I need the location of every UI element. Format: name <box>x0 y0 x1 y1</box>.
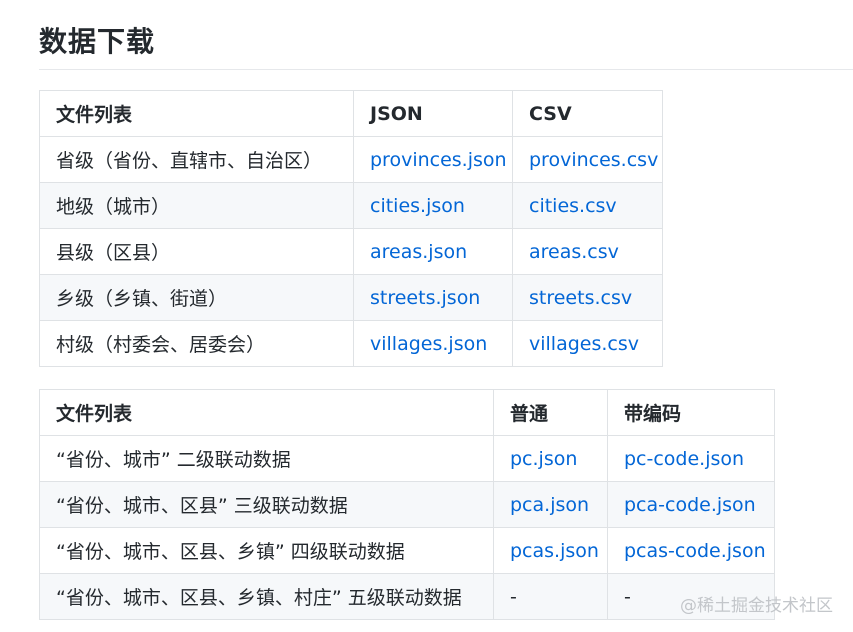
file-list-label: 省级（省份、直辖市、自治区） <box>39 136 354 183</box>
file-list-label: 村级（村委会、居委会） <box>39 320 354 367</box>
cities-csv-link[interactable]: cities.csv <box>529 195 617 217</box>
column-header-file-list: 文件列表 <box>39 389 494 436</box>
villages-json-link[interactable]: villages.json <box>370 333 487 355</box>
file-list-label: “省份、城市、区县、乡镇、村庄” 五级联动数据 <box>39 573 494 620</box>
file-list-label: 县级（区县） <box>39 228 354 275</box>
page-title: 数据下载 <box>39 25 156 58</box>
pc-code-json-link[interactable]: pc-code.json <box>624 448 744 470</box>
file-list-label: 地级（城市） <box>39 182 354 229</box>
streets-csv-link[interactable]: streets.csv <box>529 287 632 309</box>
villages-csv-link[interactable]: villages.csv <box>529 333 639 355</box>
pca-json-link[interactable]: pca.json <box>510 494 589 516</box>
streets-json-link[interactable]: streets.json <box>370 287 480 309</box>
areas-csv-link[interactable]: areas.csv <box>529 241 619 263</box>
table-row: 乡级（乡镇、街道） streets.json streets.csv <box>39 274 663 321</box>
areas-json-link[interactable]: areas.json <box>370 241 467 263</box>
provinces-csv-link[interactable]: provinces.csv <box>529 149 658 171</box>
file-list-label: “省份、城市、区县” 三级联动数据 <box>39 481 494 528</box>
column-header-with-code: 带编码 <box>607 389 775 436</box>
table-header-row: 文件列表 JSON CSV <box>39 90 663 137</box>
table-row: “省份、城市、区县、乡镇、村庄” 五级联动数据 - - <box>39 573 775 620</box>
column-header-json: JSON <box>353 90 513 137</box>
provinces-json-link[interactable]: provinces.json <box>370 149 507 171</box>
table-row: “省份、城市、区县” 三级联动数据 pca.json pca-code.json <box>39 481 775 528</box>
heading-divider <box>39 69 853 70</box>
table-row: 省级（省份、直辖市、自治区） provinces.json provinces.… <box>39 136 663 183</box>
pcas-code-json-link[interactable]: pcas-code.json <box>624 540 766 562</box>
linkage-data-table: 文件列表 普通 带编码 “省份、城市” 二级联动数据 pc.json pc-co… <box>39 389 775 620</box>
file-list-label: “省份、城市、区县、乡镇” 四级联动数据 <box>39 527 494 574</box>
file-list-label: “省份、城市” 二级联动数据 <box>39 435 494 482</box>
pca-code-json-link[interactable]: pca-code.json <box>624 494 756 516</box>
table-row: 地级（城市） cities.json cities.csv <box>39 182 663 229</box>
table-row: 村级（村委会、居委会） villages.json villages.csv <box>39 320 663 367</box>
cities-json-link[interactable]: cities.json <box>370 195 465 217</box>
column-header-file-list: 文件列表 <box>39 90 354 137</box>
pc-json-link[interactable]: pc.json <box>510 448 577 470</box>
file-list-label: 乡级（乡镇、街道） <box>39 274 354 321</box>
table-row: “省份、城市、区县、乡镇” 四级联动数据 pcas.json pcas-code… <box>39 527 775 574</box>
table-row: “省份、城市” 二级联动数据 pc.json pc-code.json <box>39 435 775 482</box>
column-header-csv: CSV <box>512 90 663 137</box>
table-row: 县级（区县） areas.json areas.csv <box>39 228 663 275</box>
province-data-table: 文件列表 JSON CSV 省级（省份、直辖市、自治区） provinces.j… <box>39 90 663 367</box>
unavailable-plain-cell: - <box>493 573 608 620</box>
pcas-json-link[interactable]: pcas.json <box>510 540 599 562</box>
watermark: @稀土掘金技术社区 <box>680 596 833 616</box>
column-header-plain: 普通 <box>493 389 608 436</box>
table-header-row: 文件列表 普通 带编码 <box>39 389 775 436</box>
